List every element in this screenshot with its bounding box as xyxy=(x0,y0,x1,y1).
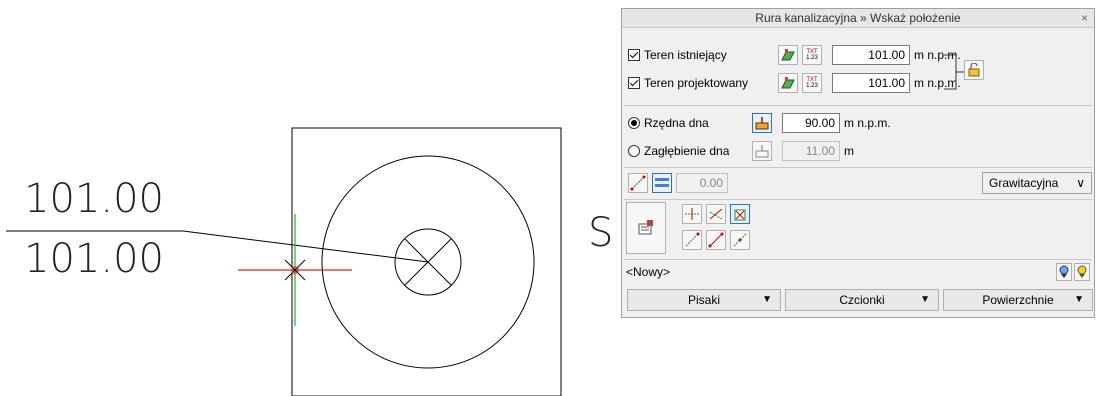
terrain-existing-row[interactable]: Teren istniejący xyxy=(628,45,727,65)
pens-label: Pisaki xyxy=(687,293,720,307)
pipe-dialog: Rura kanalizacyjna » Wskaż położenie × T… xyxy=(621,8,1095,318)
terrain-designed-label: Teren projektowany xyxy=(644,76,749,90)
pick-terrain-designed-button[interactable] xyxy=(778,73,798,93)
lock-icon xyxy=(968,63,980,77)
bottom-ordinate-unit: m n.p.m. xyxy=(844,116,891,130)
slope-input[interactable]: 0.00 xyxy=(676,173,728,193)
tool-draw-b-button[interactable] xyxy=(706,230,726,250)
angle-pipe-icon xyxy=(709,208,723,220)
bottom-depth-unit: m xyxy=(844,144,854,158)
name-up-button[interactable] xyxy=(1074,263,1090,281)
tool-connect-button[interactable] xyxy=(730,204,750,224)
bottom-depth-label: Zagłębienie dna xyxy=(644,144,730,158)
pipe-depth-icon xyxy=(755,145,769,158)
terrain-designed-input[interactable]: 101.00 xyxy=(832,73,910,93)
slope-bars-icon xyxy=(655,178,669,187)
side-mark-label: S xyxy=(588,210,613,256)
fonts-label: Czcionki xyxy=(839,293,885,307)
terrain-designed-row[interactable]: Teren projektowany xyxy=(628,73,748,93)
read-text-designed-button[interactable]: TXT 1.23 xyxy=(802,73,822,93)
bottom-ordinate-input[interactable]: 90.00 xyxy=(782,113,840,133)
dialog-titlebar[interactable]: Rura kanalizacyjna » Wskaż położenie × xyxy=(622,9,1094,28)
tool-draw-a-button[interactable] xyxy=(682,230,702,250)
connect-pipe-icon xyxy=(734,209,746,221)
draw-pipe-a-icon xyxy=(685,232,700,247)
draw-pipe-b-icon xyxy=(708,232,724,248)
elevation-bottom-label: 101.00 xyxy=(24,236,164,282)
pens-button[interactable]: Pisaki ▼ xyxy=(627,289,781,311)
surfaces-button[interactable]: Powierzchnie ▼ xyxy=(943,289,1093,311)
terrain-designed-checkbox[interactable] xyxy=(628,77,640,89)
split-pipe-icon xyxy=(685,208,699,220)
pick-bottom-ordinate-button[interactable] xyxy=(752,113,772,133)
pick-terrain-existing-button[interactable] xyxy=(778,45,798,65)
leader-line xyxy=(182,230,429,263)
tool-draw-c-button[interactable] xyxy=(730,230,750,250)
terrain-pick-icon xyxy=(781,49,795,61)
lock-toggle-button[interactable] xyxy=(964,60,984,80)
separator xyxy=(624,259,1092,260)
bottom-ordinate-label: Rzędna dna xyxy=(644,116,709,130)
bottom-ordinate-row[interactable]: Rzędna dna xyxy=(628,113,709,133)
elevation-top-label: 101.00 xyxy=(24,176,164,222)
draw-pipe-c-icon xyxy=(733,233,747,247)
flow-type-select[interactable]: Grawitacyjna ∨ xyxy=(982,172,1092,194)
slope-pick-button[interactable] xyxy=(628,173,648,193)
separator xyxy=(624,167,1092,168)
surfaces-label: Powierzchnie xyxy=(982,293,1054,307)
slope-line-icon xyxy=(630,175,646,191)
pick-bottom-depth-button[interactable] xyxy=(752,141,772,161)
bottom-depth-input[interactable]: 11.00 xyxy=(782,141,840,161)
flow-type-value: Grawitacyjna xyxy=(989,176,1059,190)
bottom-depth-row[interactable]: Zagłębienie dna xyxy=(628,141,729,161)
dropdown-arrow-icon: ▼ xyxy=(920,294,930,305)
properties-button[interactable] xyxy=(626,202,666,254)
separator xyxy=(624,105,1092,106)
bottom-depth-radio[interactable] xyxy=(628,145,640,157)
dropdown-arrow-icon: ▼ xyxy=(1074,294,1084,305)
tool-angle-button[interactable] xyxy=(706,204,726,224)
fonts-button[interactable]: Czcionki ▼ xyxy=(785,289,939,311)
dialog-title: Rura kanalizacyjna » Wskaż położenie xyxy=(755,11,961,25)
properties-icon xyxy=(638,220,653,235)
bulb-up-icon xyxy=(1077,265,1087,278)
txt-icon-num: 1.23 xyxy=(806,55,818,61)
tool-split-button[interactable] xyxy=(682,204,702,224)
read-text-existing-button[interactable]: TXT 1.23 xyxy=(802,45,822,65)
close-icon[interactable]: × xyxy=(1081,9,1088,27)
bulb-down-icon xyxy=(1059,265,1069,278)
terrain-existing-checkbox[interactable] xyxy=(628,49,640,61)
terrain-existing-input[interactable]: 101.00 xyxy=(832,45,910,65)
bottom-ordinate-radio[interactable] xyxy=(628,117,640,129)
txt-icon-num: 1.23 xyxy=(806,83,818,89)
object-name-field[interactable]: <Nowy> xyxy=(626,262,1066,282)
separator xyxy=(624,199,1092,200)
name-down-button[interactable] xyxy=(1056,263,1072,281)
chevron-down-icon: ∨ xyxy=(1076,176,1085,190)
terrain-pick-icon xyxy=(781,77,795,89)
terrain-existing-label: Teren istniejący xyxy=(644,48,727,62)
dropdown-arrow-icon: ▼ xyxy=(762,294,772,305)
slope-mode-button[interactable] xyxy=(652,173,672,193)
pipe-level-icon xyxy=(755,117,769,130)
